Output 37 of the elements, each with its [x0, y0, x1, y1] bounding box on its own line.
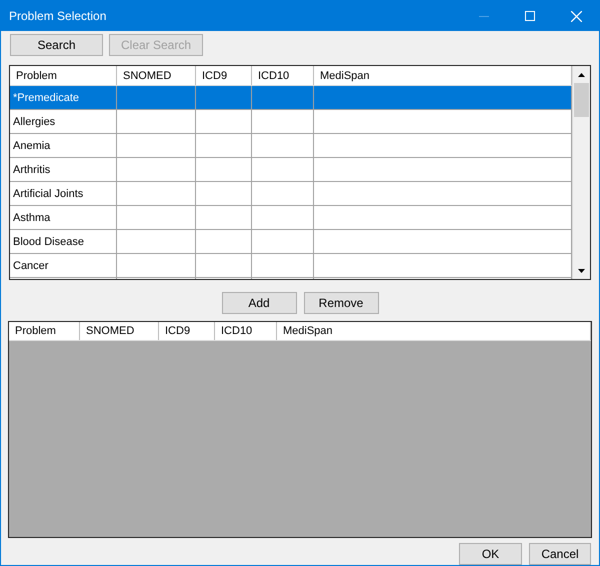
column-header[interactable]: ICD10: [252, 66, 314, 85]
table-row[interactable]: Anemia: [10, 134, 572, 158]
column-header[interactable]: SNOMED: [80, 322, 159, 340]
column-header[interactable]: ICD9: [159, 322, 215, 340]
table-cell: Blood Disease: [10, 230, 117, 253]
add-button[interactable]: Add: [222, 292, 296, 314]
table-cell: Anemia: [10, 134, 117, 157]
cancel-button[interactable]: Cancel: [529, 543, 591, 565]
table-cell: Asthma: [10, 206, 117, 229]
table-cell: Cancer: [10, 254, 117, 277]
table-row[interactable]: Asthma: [10, 206, 572, 230]
scroll-thumb[interactable]: [574, 83, 589, 117]
table-row[interactable]: Arthritis: [10, 158, 572, 182]
column-header[interactable]: Problem: [10, 66, 117, 85]
table-row[interactable]: Allergies: [10, 110, 572, 134]
column-header[interactable]: Problem: [9, 322, 80, 340]
table-cell: *Premedicate: [10, 86, 117, 109]
table-row[interactable]: *Premedicate: [10, 86, 572, 110]
scroll-down-icon[interactable]: [578, 268, 585, 272]
scroll-up-icon[interactable]: [578, 72, 585, 76]
column-header[interactable]: ICD9: [196, 66, 252, 85]
search-button[interactable]: Search: [10, 34, 103, 56]
table-cell: Artificial Joints: [10, 182, 117, 205]
table-cell: Arthritis: [10, 158, 117, 181]
window-title: Problem Selection: [9, 9, 108, 23]
maximize-icon[interactable]: [525, 11, 535, 21]
table-row[interactable]: Blood Disease: [10, 230, 572, 254]
column-header[interactable]: SNOMED: [117, 66, 196, 85]
table-cell: Allergies: [10, 110, 117, 133]
scrollbar[interactable]: [572, 66, 590, 279]
ok-button[interactable]: OK: [459, 543, 522, 565]
column-header[interactable]: ICD10: [215, 322, 277, 340]
table-row[interactable]: Artificial Joints: [10, 182, 572, 206]
close-icon[interactable]: [570, 10, 582, 22]
remove-button[interactable]: Remove: [304, 292, 378, 314]
column-header[interactable]: MediSpan: [277, 322, 591, 340]
table-row[interactable]: Cancer: [10, 254, 572, 278]
